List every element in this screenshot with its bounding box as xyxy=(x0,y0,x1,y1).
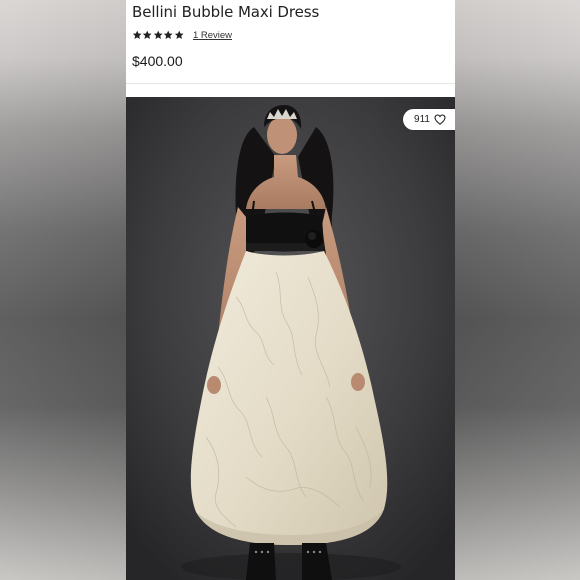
product-photo[interactable] xyxy=(126,97,455,580)
heart-outline-icon xyxy=(434,114,446,125)
rating-row: 1 Review xyxy=(132,28,232,42)
star-icon xyxy=(163,30,173,40)
star-icon xyxy=(142,30,152,40)
like-count: 911 xyxy=(414,114,430,125)
model-wearing-dress-photo xyxy=(126,97,455,580)
reviews-link[interactable]: 1 Review xyxy=(193,30,232,41)
star-icon xyxy=(132,30,142,40)
star-icon xyxy=(153,30,163,40)
product-page-screenshot: Bellini Bubble Maxi Dress 1 Review $400.… xyxy=(126,0,455,580)
blurred-background-right xyxy=(455,0,580,580)
divider xyxy=(126,83,455,84)
star-icon xyxy=(174,30,184,40)
product-price: $400.00 xyxy=(132,53,183,69)
blurred-background-left xyxy=(0,0,126,580)
like-button[interactable]: 911 xyxy=(403,109,455,130)
product-title: Bellini Bubble Maxi Dress xyxy=(132,3,320,21)
star-rating xyxy=(132,30,184,40)
